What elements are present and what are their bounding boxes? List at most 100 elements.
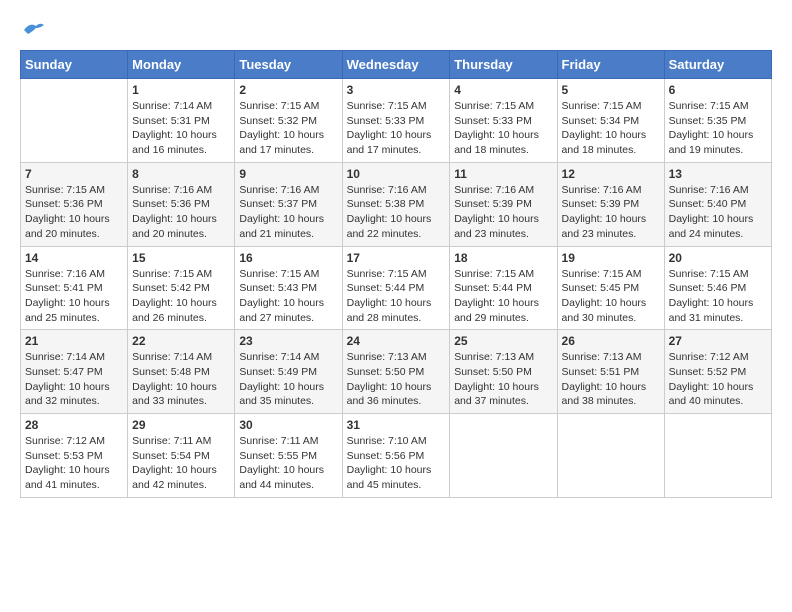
day-number: 24 bbox=[347, 334, 446, 348]
calendar-cell: 4 Sunrise: 7:15 AMSunset: 5:33 PMDaylight… bbox=[450, 79, 557, 163]
day-number: 6 bbox=[669, 83, 767, 97]
day-info: Sunrise: 7:16 AMSunset: 5:39 PMDaylight:… bbox=[454, 183, 552, 242]
day-info: Sunrise: 7:13 AMSunset: 5:51 PMDaylight:… bbox=[562, 350, 660, 409]
calendar-week-row: 14Sunrise: 7:16 AMSunset: 5:41 PMDayligh… bbox=[21, 246, 772, 330]
calendar-cell: 16 Sunrise: 7:15 AMSunset: 5:43 PMDayligh… bbox=[235, 246, 342, 330]
calendar-cell: 13 Sunrise: 7:16 AMSunset: 5:40 PMDayligh… bbox=[664, 162, 771, 246]
calendar-cell bbox=[450, 414, 557, 498]
day-info: Sunrise: 7:10 AMSunset: 5:56 PMDaylight:… bbox=[347, 434, 446, 493]
day-number: 21 bbox=[25, 334, 123, 348]
calendar-week-row: 1 Sunrise: 7:14 AMSunset: 5:31 PMDaylight… bbox=[21, 79, 772, 163]
calendar-cell: 22 Sunrise: 7:14 AMSunset: 5:48 PMDayligh… bbox=[128, 330, 235, 414]
day-info: Sunrise: 7:13 AMSunset: 5:50 PMDaylight:… bbox=[347, 350, 446, 409]
calendar-week-row: 28 Sunrise: 7:12 AMSunset: 5:53 PMDayligh… bbox=[21, 414, 772, 498]
day-number: 2 bbox=[239, 83, 337, 97]
day-number: 30 bbox=[239, 418, 337, 432]
calendar-cell bbox=[21, 79, 128, 163]
day-info: Sunrise: 7:14 AMSunset: 5:31 PMDaylight:… bbox=[132, 99, 230, 158]
day-number: 13 bbox=[669, 167, 767, 181]
day-number: 19 bbox=[562, 251, 660, 265]
day-number: 1 bbox=[132, 83, 230, 97]
day-info: Sunrise: 7:14 AMSunset: 5:49 PMDaylight:… bbox=[239, 350, 337, 409]
day-number: 16 bbox=[239, 251, 337, 265]
calendar-header-monday: Monday bbox=[128, 51, 235, 79]
day-info: Sunrise: 7:16 AMSunset: 5:39 PMDaylight:… bbox=[562, 183, 660, 242]
day-number: 31 bbox=[347, 418, 446, 432]
day-number: 10 bbox=[347, 167, 446, 181]
calendar-cell: 8 Sunrise: 7:16 AMSunset: 5:36 PMDaylight… bbox=[128, 162, 235, 246]
day-number: 15 bbox=[132, 251, 230, 265]
day-number: 14 bbox=[25, 251, 123, 265]
calendar-cell: 2 Sunrise: 7:15 AMSunset: 5:32 PMDaylight… bbox=[235, 79, 342, 163]
day-number: 17 bbox=[347, 251, 446, 265]
calendar-cell: 27Sunrise: 7:12 AMSunset: 5:52 PMDayligh… bbox=[664, 330, 771, 414]
day-info: Sunrise: 7:16 AMSunset: 5:40 PMDaylight:… bbox=[669, 183, 767, 242]
day-info: Sunrise: 7:12 AMSunset: 5:52 PMDaylight:… bbox=[669, 350, 767, 409]
calendar-cell: 25 Sunrise: 7:13 AMSunset: 5:50 PMDayligh… bbox=[450, 330, 557, 414]
day-info: Sunrise: 7:15 AMSunset: 5:44 PMDaylight:… bbox=[347, 267, 446, 326]
day-info: Sunrise: 7:11 AMSunset: 5:54 PMDaylight:… bbox=[132, 434, 230, 493]
day-number: 18 bbox=[454, 251, 552, 265]
calendar-cell: 11 Sunrise: 7:16 AMSunset: 5:39 PMDayligh… bbox=[450, 162, 557, 246]
day-info: Sunrise: 7:15 AMSunset: 5:42 PMDaylight:… bbox=[132, 267, 230, 326]
day-info: Sunrise: 7:15 AMSunset: 5:44 PMDaylight:… bbox=[454, 267, 552, 326]
calendar-cell: 1 Sunrise: 7:14 AMSunset: 5:31 PMDaylight… bbox=[128, 79, 235, 163]
calendar-cell: 20 Sunrise: 7:15 AMSunset: 5:46 PMDayligh… bbox=[664, 246, 771, 330]
calendar-header-wednesday: Wednesday bbox=[342, 51, 450, 79]
day-number: 20 bbox=[669, 251, 767, 265]
calendar-cell: 18 Sunrise: 7:15 AMSunset: 5:44 PMDayligh… bbox=[450, 246, 557, 330]
day-number: 5 bbox=[562, 83, 660, 97]
calendar-cell: 14Sunrise: 7:16 AMSunset: 5:41 PMDayligh… bbox=[21, 246, 128, 330]
day-number: 7 bbox=[25, 167, 123, 181]
day-number: 9 bbox=[239, 167, 337, 181]
calendar-cell: 31 Sunrise: 7:10 AMSunset: 5:56 PMDayligh… bbox=[342, 414, 450, 498]
calendar-cell: 28 Sunrise: 7:12 AMSunset: 5:53 PMDayligh… bbox=[21, 414, 128, 498]
calendar-table: SundayMondayTuesdayWednesdayThursdayFrid… bbox=[20, 50, 772, 498]
calendar-week-row: 21 Sunrise: 7:14 AMSunset: 5:47 PMDayligh… bbox=[21, 330, 772, 414]
calendar-cell: 29Sunrise: 7:11 AMSunset: 5:54 PMDayligh… bbox=[128, 414, 235, 498]
day-info: Sunrise: 7:16 AMSunset: 5:36 PMDaylight:… bbox=[132, 183, 230, 242]
calendar-header-tuesday: Tuesday bbox=[235, 51, 342, 79]
calendar-cell: 9Sunrise: 7:16 AMSunset: 5:37 PMDaylight… bbox=[235, 162, 342, 246]
calendar-cell: 15 Sunrise: 7:15 AMSunset: 5:42 PMDayligh… bbox=[128, 246, 235, 330]
calendar-cell bbox=[557, 414, 664, 498]
calendar-week-row: 7 Sunrise: 7:15 AMSunset: 5:36 PMDaylight… bbox=[21, 162, 772, 246]
calendar-cell: 5Sunrise: 7:15 AMSunset: 5:34 PMDaylight… bbox=[557, 79, 664, 163]
day-number: 11 bbox=[454, 167, 552, 181]
logo-bird-icon bbox=[22, 20, 46, 40]
day-number: 26 bbox=[562, 334, 660, 348]
day-number: 3 bbox=[347, 83, 446, 97]
day-number: 4 bbox=[454, 83, 552, 97]
day-info: Sunrise: 7:12 AMSunset: 5:53 PMDaylight:… bbox=[25, 434, 123, 493]
calendar-cell: 19 Sunrise: 7:15 AMSunset: 5:45 PMDayligh… bbox=[557, 246, 664, 330]
day-number: 23 bbox=[239, 334, 337, 348]
calendar-header-sunday: Sunday bbox=[21, 51, 128, 79]
calendar-cell: 3 Sunrise: 7:15 AMSunset: 5:33 PMDaylight… bbox=[342, 79, 450, 163]
calendar-cell: 7 Sunrise: 7:15 AMSunset: 5:36 PMDaylight… bbox=[21, 162, 128, 246]
day-number: 22 bbox=[132, 334, 230, 348]
calendar-cell: 24 Sunrise: 7:13 AMSunset: 5:50 PMDayligh… bbox=[342, 330, 450, 414]
calendar-cell: 12Sunrise: 7:16 AMSunset: 5:39 PMDayligh… bbox=[557, 162, 664, 246]
day-number: 25 bbox=[454, 334, 552, 348]
day-info: Sunrise: 7:14 AMSunset: 5:48 PMDaylight:… bbox=[132, 350, 230, 409]
day-info: Sunrise: 7:15 AMSunset: 5:32 PMDaylight:… bbox=[239, 99, 337, 158]
page-header bbox=[20, 20, 772, 40]
calendar-header-thursday: Thursday bbox=[450, 51, 557, 79]
day-number: 8 bbox=[132, 167, 230, 181]
day-info: Sunrise: 7:15 AMSunset: 5:43 PMDaylight:… bbox=[239, 267, 337, 326]
day-number: 28 bbox=[25, 418, 123, 432]
day-info: Sunrise: 7:15 AMSunset: 5:36 PMDaylight:… bbox=[25, 183, 123, 242]
day-info: Sunrise: 7:15 AMSunset: 5:33 PMDaylight:… bbox=[347, 99, 446, 158]
day-info: Sunrise: 7:15 AMSunset: 5:45 PMDaylight:… bbox=[562, 267, 660, 326]
logo bbox=[20, 20, 46, 40]
day-info: Sunrise: 7:15 AMSunset: 5:46 PMDaylight:… bbox=[669, 267, 767, 326]
calendar-header-row: SundayMondayTuesdayWednesdayThursdayFrid… bbox=[21, 51, 772, 79]
day-info: Sunrise: 7:16 AMSunset: 5:38 PMDaylight:… bbox=[347, 183, 446, 242]
day-info: Sunrise: 7:14 AMSunset: 5:47 PMDaylight:… bbox=[25, 350, 123, 409]
day-info: Sunrise: 7:11 AMSunset: 5:55 PMDaylight:… bbox=[239, 434, 337, 493]
calendar-header-saturday: Saturday bbox=[664, 51, 771, 79]
day-info: Sunrise: 7:15 AMSunset: 5:33 PMDaylight:… bbox=[454, 99, 552, 158]
calendar-cell: 17 Sunrise: 7:15 AMSunset: 5:44 PMDayligh… bbox=[342, 246, 450, 330]
day-info: Sunrise: 7:13 AMSunset: 5:50 PMDaylight:… bbox=[454, 350, 552, 409]
day-info: Sunrise: 7:15 AMSunset: 5:35 PMDaylight:… bbox=[669, 99, 767, 158]
